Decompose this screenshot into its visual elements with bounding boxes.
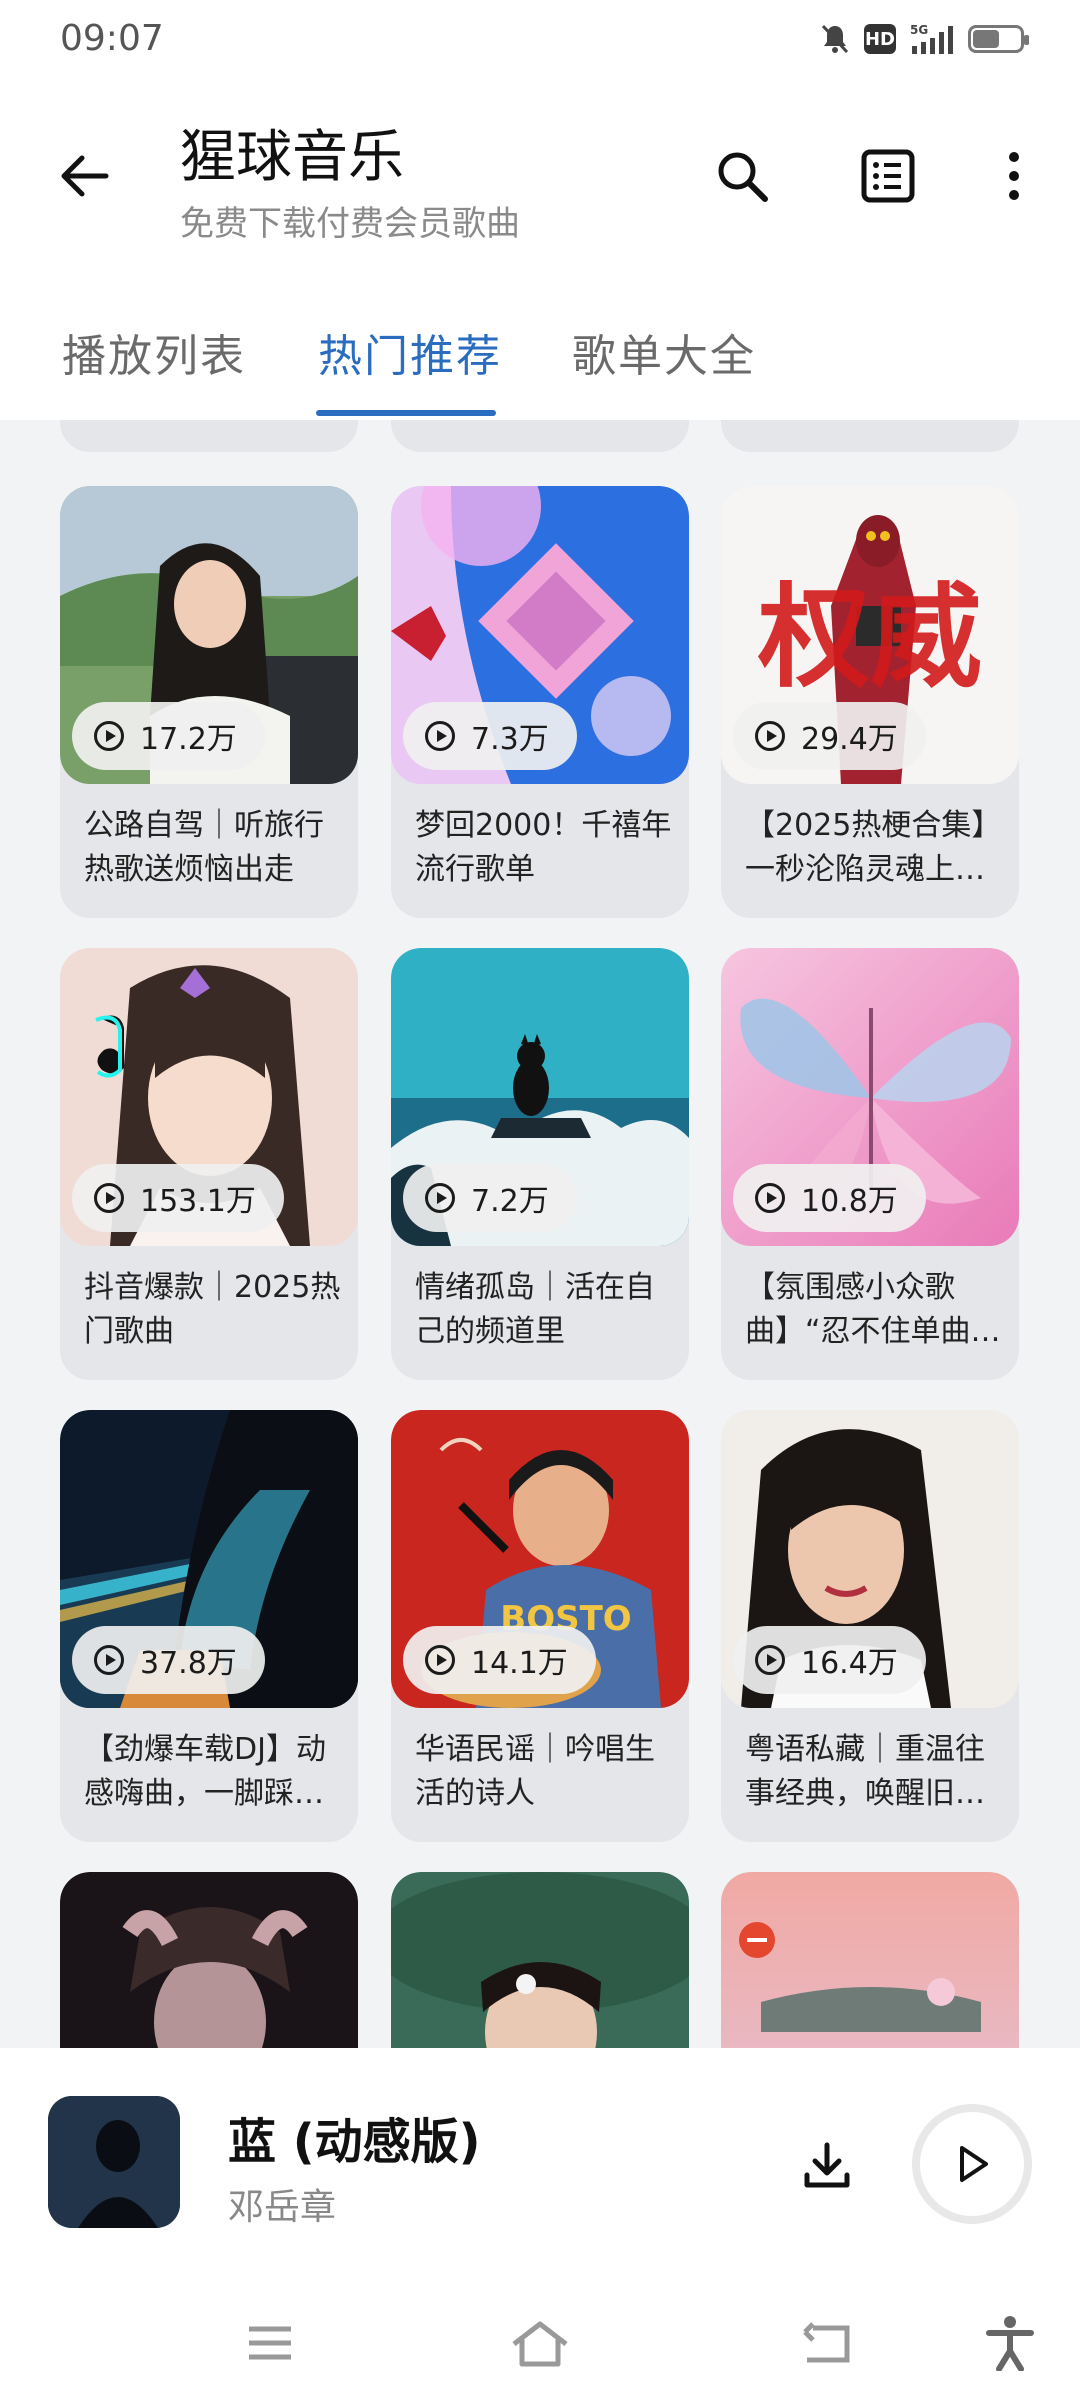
playlist-cover: [60, 1872, 358, 2048]
hd-badge: HD: [864, 24, 896, 54]
tab-playlist[interactable]: 播放列表: [62, 320, 246, 384]
cover-art-text: 权威: [757, 573, 982, 703]
search-icon: [718, 152, 768, 202]
download-button[interactable]: [792, 2130, 862, 2200]
play-count: 7.3万: [471, 722, 549, 757]
play-circle-icon: [425, 1183, 455, 1213]
status-icons: HD 5G: [820, 22, 1029, 56]
signal-icon: 5G: [910, 22, 954, 56]
playlist-card[interactable]: 153.1万 抖音爆款｜2025热门歌曲: [60, 948, 358, 1380]
playlist-card[interactable]: [60, 1872, 358, 2048]
play-circle-icon: [425, 1645, 455, 1675]
playlist-card[interactable]: 7.3万 梦回2000！千禧年流行歌单: [391, 486, 689, 918]
network-label: 5G: [910, 23, 928, 37]
playlist-title: 【2025热梗合集】一秒沦陷灵魂上…: [745, 808, 1002, 887]
play-circle-icon: [425, 721, 455, 751]
page-subtitle: 免费下载付费会员歌曲: [180, 204, 520, 244]
play-circle-icon: [755, 1645, 785, 1675]
playlist-card[interactable]: [721, 420, 1019, 452]
playlist-card[interactable]: 37.8万 【劲爆车载DJ】动感嗨曲，一脚踩…: [60, 1410, 358, 1842]
accessibility-button[interactable]: [970, 2308, 1050, 2378]
playlist-cover: [391, 1872, 689, 2048]
more-button[interactable]: [978, 140, 1050, 212]
playlist-card[interactable]: [721, 1872, 1019, 2048]
play-button[interactable]: [912, 2104, 1032, 2224]
arrow-left-icon: [61, 155, 109, 197]
playlist-title: 梦回2000！千禧年流行歌单: [415, 808, 672, 887]
playlist-title: 公路自驾｜听旅行热歌送烦恼出走: [84, 808, 324, 887]
now-playing-artist: 邓岳章: [228, 2187, 337, 2228]
play-count: 7.2万: [471, 1184, 549, 1219]
battery-icon: [968, 25, 1029, 53]
playlist-cover: [721, 1872, 1019, 2048]
play-circle-icon: [94, 1183, 124, 1213]
play-count-badge: 37.8万: [72, 1626, 265, 1694]
play-count: 29.4万: [801, 722, 898, 757]
now-playing-cover[interactable]: [48, 2096, 180, 2228]
play-icon: [960, 2146, 988, 2182]
back-nav-button[interactable]: [786, 2308, 866, 2378]
play-count-badge: 17.2万: [72, 702, 265, 770]
now-playing-title[interactable]: 蓝 (动感版): [228, 2102, 481, 2172]
playlist-title: 情绪孤岛｜活在自己的频道里: [415, 1270, 655, 1349]
playlist-card[interactable]: 16.4万 粤语私藏｜重温往事经典，唤醒旧…: [721, 1410, 1019, 1842]
play-count-badge: 10.8万: [733, 1164, 926, 1232]
list-view-button[interactable]: [852, 140, 924, 212]
playlist-title: 【氛围感小众歌曲】“忍不住单曲…: [745, 1270, 1001, 1349]
play-count: 14.1万: [471, 1646, 568, 1681]
search-button[interactable]: [706, 140, 778, 212]
status-bar: 09:07 HD 5G: [0, 0, 1080, 80]
home-icon: [512, 2321, 568, 2367]
play-count-badge: 16.4万: [733, 1626, 926, 1694]
play-count-badge: 29.4万: [733, 702, 926, 770]
mini-player[interactable]: 蓝 (动感版) 邓岳章: [0, 2048, 1080, 2278]
playlist-card[interactable]: [60, 420, 358, 452]
play-circle-icon: [94, 1645, 124, 1675]
download-icon: [804, 2142, 850, 2188]
play-count: 37.8万: [140, 1646, 237, 1681]
home-button[interactable]: [500, 2308, 580, 2378]
playlist-title: 粤语私藏｜重温往事经典，唤醒旧…: [745, 1732, 985, 1811]
playlist-card[interactable]: 7.2万 情绪孤岛｜活在自己的频道里: [391, 948, 689, 1380]
playlist-card[interactable]: 权威 29.4万 【2025热梗合集】一秒沦陷灵魂上…: [721, 486, 1019, 918]
play-count-badge: 7.2万: [403, 1164, 577, 1232]
accessibility-icon: [986, 2316, 1034, 2371]
mute-bell-icon: [820, 22, 850, 56]
tab-indicator: [316, 410, 496, 416]
tab-bar: 播放列表 热门推荐 歌单大全: [0, 280, 1080, 420]
app-header: 猩球音乐 免费下载付费会员歌曲: [0, 80, 1080, 280]
menu-icon: [249, 2326, 291, 2360]
playlist-card[interactable]: [391, 420, 689, 452]
play-count: 17.2万: [140, 722, 237, 757]
more-vertical-icon: [1009, 152, 1019, 200]
list-icon: [861, 149, 915, 203]
playlist-card[interactable]: 17.2万 公路自驾｜听旅行热歌送烦恼出走: [60, 486, 358, 918]
play-count-badge: 153.1万: [72, 1164, 284, 1232]
playlist-card[interactable]: 10.8万 【氛围感小众歌曲】“忍不住单曲…: [721, 948, 1019, 1380]
play-circle-icon: [755, 721, 785, 751]
playlist-card[interactable]: [391, 1872, 689, 2048]
play-circle-icon: [94, 721, 124, 751]
tab-playlist-library[interactable]: 歌单大全: [572, 320, 756, 384]
play-count-badge: 14.1万: [403, 1626, 596, 1694]
back-button[interactable]: [48, 140, 120, 212]
menu-button[interactable]: [230, 2308, 310, 2378]
play-circle-icon: [755, 1183, 785, 1213]
status-time: 09:07: [60, 18, 164, 59]
playlist-card[interactable]: BOSTO 14.1万 华语民谣｜吟唱生活的诗人: [391, 1410, 689, 1842]
back-nav-icon: [803, 2322, 850, 2363]
playlist-title: 抖音爆款｜2025热门歌曲: [84, 1270, 341, 1349]
play-count: 10.8万: [801, 1184, 898, 1219]
play-count-badge: 7.3万: [403, 702, 577, 770]
tab-hot-recommend[interactable]: 热门推荐: [318, 320, 502, 384]
play-count: 153.1万: [140, 1184, 256, 1219]
page-title: 猩球音乐: [180, 125, 404, 190]
playlist-grid[interactable]: 17.2万 公路自驾｜听旅行热歌送烦恼出走 7.3万 梦回2000！千禧年流行歌…: [0, 420, 1080, 2048]
playlist-title: 【劲爆车载DJ】动感嗨曲，一脚踩…: [84, 1732, 326, 1811]
playlist-title: 华语民谣｜吟唱生活的诗人: [415, 1732, 655, 1811]
play-count: 16.4万: [801, 1646, 898, 1681]
system-nav-bar: [0, 2278, 1080, 2408]
